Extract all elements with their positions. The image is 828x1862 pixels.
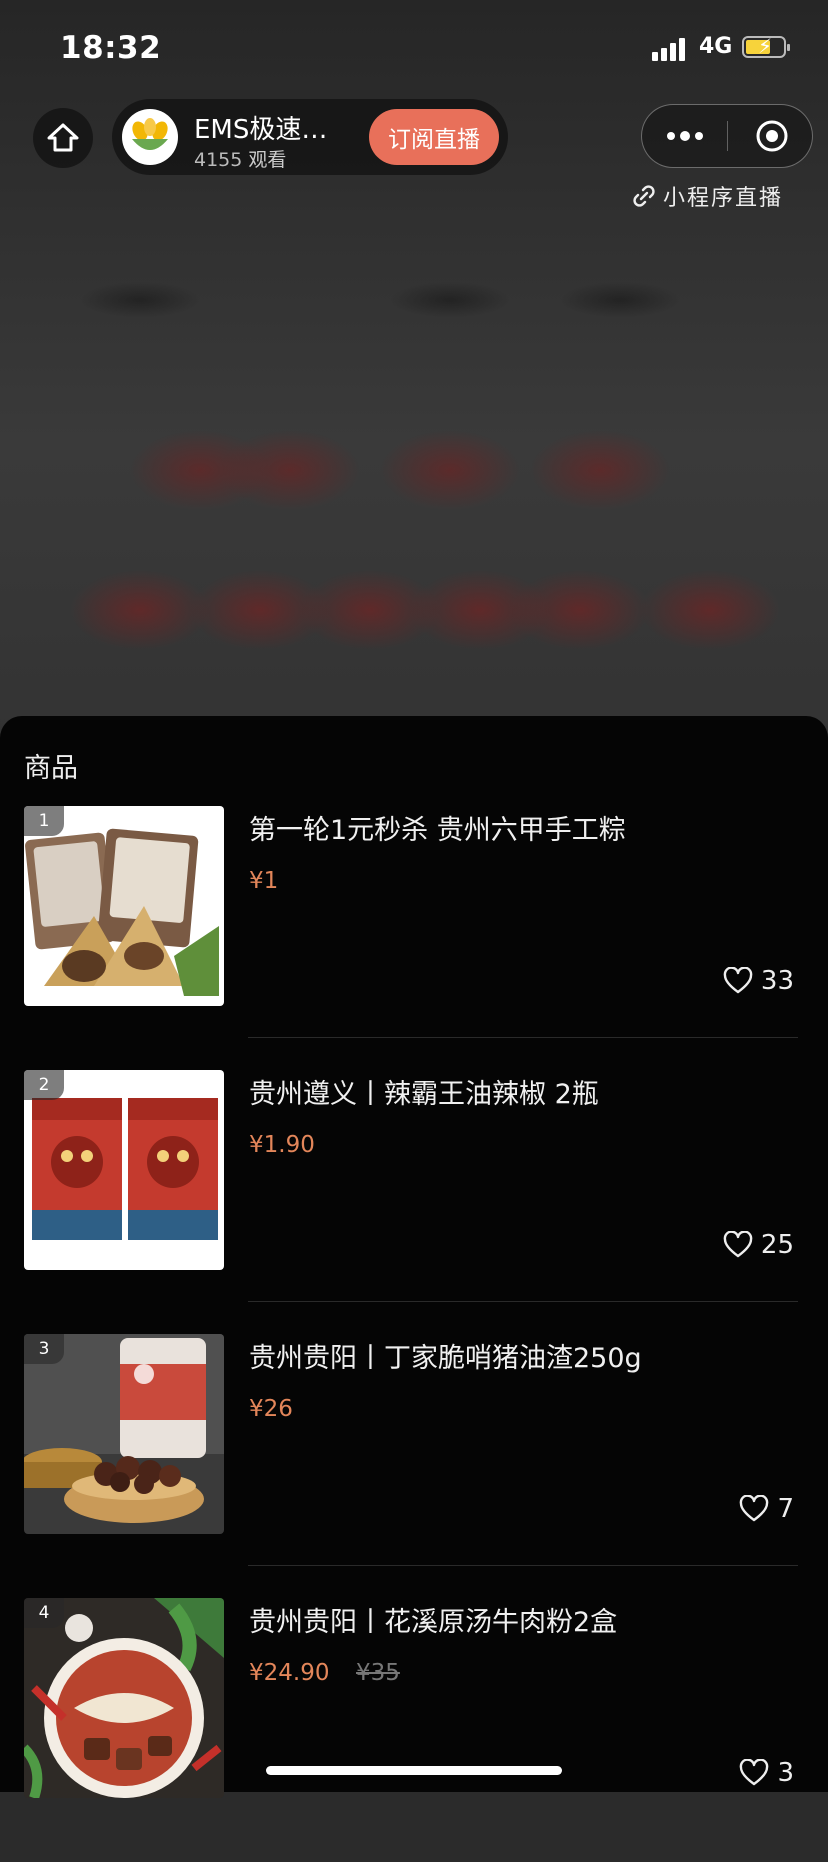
product-rank: 4 (24, 1598, 64, 1628)
heart-icon (740, 1495, 769, 1522)
anchor-avatar[interactable] (122, 109, 178, 165)
product-item-2[interactable]: 2 贵州遵义丨辣霸王油辣椒 2瓶 ¥1.90 25 (0, 1070, 828, 1334)
product-price: ¥1.90 (249, 1132, 315, 1158)
product-original-price: ¥35 (356, 1660, 400, 1686)
viewer-count-unit: 观看 (248, 149, 287, 171)
product-price: ¥1 (249, 868, 279, 894)
product-title[interactable]: 贵州遵义丨辣霸王油辣椒 2瓶 (249, 1072, 599, 1111)
anchor-name: EMS极速… (194, 115, 328, 145)
home-button[interactable] (33, 108, 93, 168)
subscribe-button[interactable]: 订阅直播 (369, 109, 499, 165)
link-icon (633, 185, 655, 207)
divider (248, 1565, 798, 1566)
mini-program-live-label: 小程序直播 (633, 180, 783, 212)
signal-icon (652, 37, 692, 61)
product-rank: 1 (24, 806, 64, 836)
product-rank: 3 (24, 1334, 64, 1364)
heart-icon (723, 967, 753, 994)
product-image[interactable]: 1 (24, 806, 224, 1006)
product-likes[interactable]: 7 (739, 1494, 794, 1524)
product-title[interactable]: 第一轮1元秒杀 贵州六甲手工粽 (249, 808, 626, 847)
home-icon (47, 123, 79, 152)
viewer-count-value: 4155 (194, 149, 243, 171)
mini-program-live-text: 小程序直播 (663, 186, 784, 211)
target-icon (756, 120, 788, 151)
battery-icon: ⚡ (742, 35, 790, 58)
status-time: 18:32 (60, 30, 162, 66)
viewer-count: 4155 观看 (194, 145, 286, 172)
more-button[interactable] (660, 105, 710, 166)
product-image[interactable]: 4 (24, 1598, 224, 1798)
product-image[interactable]: 2 (24, 1070, 224, 1270)
product-panel: 商品 1 第一轮1元秒杀 贵州六甲手工粽 ¥1 33 2 贵州遵义丨辣霸王油辣椒… (0, 716, 828, 1798)
product-likes[interactable]: 25 (723, 1230, 794, 1260)
mini-program-capsule (641, 104, 813, 168)
panel-title: 商品 (24, 753, 78, 784)
home-indicator[interactable] (266, 1766, 562, 1775)
anchor-info[interactable]: EMS极速… 4155 观看 订阅直播 (112, 99, 508, 175)
product-title[interactable]: 贵州贵阳丨丁家脆哨猪油渣250g (249, 1336, 642, 1375)
heart-icon (723, 1231, 753, 1258)
like-count: 7 (777, 1494, 794, 1524)
product-item-4[interactable]: 4 贵州贵阳丨花溪原汤牛肉粉2盒 ¥24.90 ¥35 3 (0, 1598, 828, 1862)
product-item-1[interactable]: 1 第一轮1元秒杀 贵州六甲手工粽 ¥1 33 (0, 806, 828, 1070)
product-rank: 2 (24, 1070, 64, 1100)
divider (248, 1301, 798, 1302)
like-count: 25 (760, 1230, 794, 1260)
product-price: ¥24.90 (249, 1660, 330, 1686)
divider (248, 1037, 798, 1038)
network-type: 4G (699, 34, 733, 59)
product-title[interactable]: 贵州贵阳丨花溪原汤牛肉粉2盒 (249, 1600, 617, 1639)
close-mini-program-button[interactable] (747, 105, 797, 166)
like-count: 3 (777, 1758, 794, 1788)
product-price: ¥26 (249, 1396, 293, 1422)
capsule-divider (727, 121, 728, 151)
heart-icon (740, 1759, 769, 1786)
like-count: 33 (760, 966, 794, 996)
product-likes[interactable]: 3 (739, 1758, 794, 1788)
product-item-3[interactable]: 3 贵州贵阳丨丁家脆哨猪油渣250g ¥26 7 (0, 1334, 828, 1598)
product-image[interactable]: 3 (24, 1334, 224, 1534)
more-dots-icon (667, 130, 703, 141)
product-likes[interactable]: 33 (723, 966, 794, 996)
